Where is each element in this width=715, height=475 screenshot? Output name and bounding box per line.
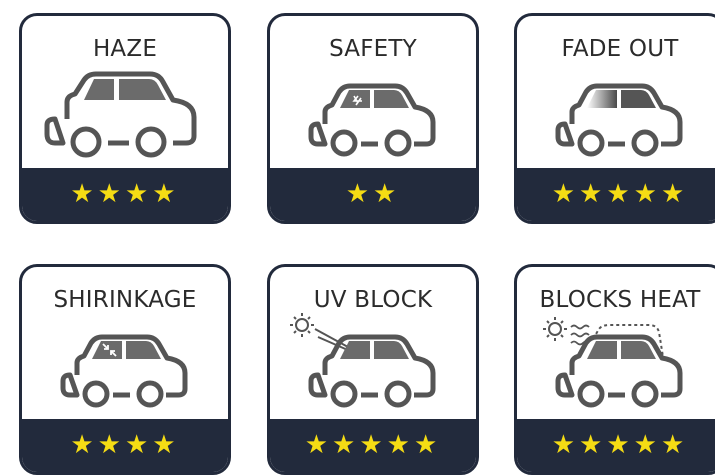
star-rating: ★★ [345, 179, 401, 209]
feature-card-safety: SAFETY ★★ [267, 13, 479, 224]
star-rating: ★★★★ [70, 179, 180, 209]
car-uv-block-icon [290, 313, 436, 408]
sun-icon [543, 317, 567, 341]
rating-band: ★★★★★ [270, 419, 476, 472]
car-blocks-heat-icon [543, 317, 683, 408]
rating-band: ★★ [270, 168, 476, 221]
car-safety-icon [308, 83, 436, 157]
rating-band: ★★★★★ [517, 168, 715, 221]
feature-card-shrinkage: SHIRINKAGE ★★★★ [19, 264, 231, 475]
car-haze-icon [44, 71, 197, 158]
rating-band: ★★★★ [22, 168, 228, 221]
feature-card-blocks-heat: BLOCKS HEAT ★★★★★ [514, 264, 715, 475]
feature-card-uv-block: UV BLOCK ★★★★★ [267, 264, 479, 475]
rating-band: ★★★★★ [517, 419, 715, 472]
star-rating: ★★★★★ [304, 430, 442, 460]
feature-card-fade-out: FADE OUT ★★★★★ [514, 13, 715, 224]
feature-card-haze: HAZE ★★★★ [19, 13, 231, 224]
car-shrinkage-icon [60, 334, 188, 408]
star-rating: ★★★★★ [551, 179, 689, 209]
star-rating: ★★★★ [70, 430, 180, 460]
rating-band: ★★★★ [22, 419, 228, 472]
car-fade-out-icon [555, 83, 683, 157]
star-rating: ★★★★★ [551, 430, 689, 460]
sun-icon [290, 313, 314, 337]
